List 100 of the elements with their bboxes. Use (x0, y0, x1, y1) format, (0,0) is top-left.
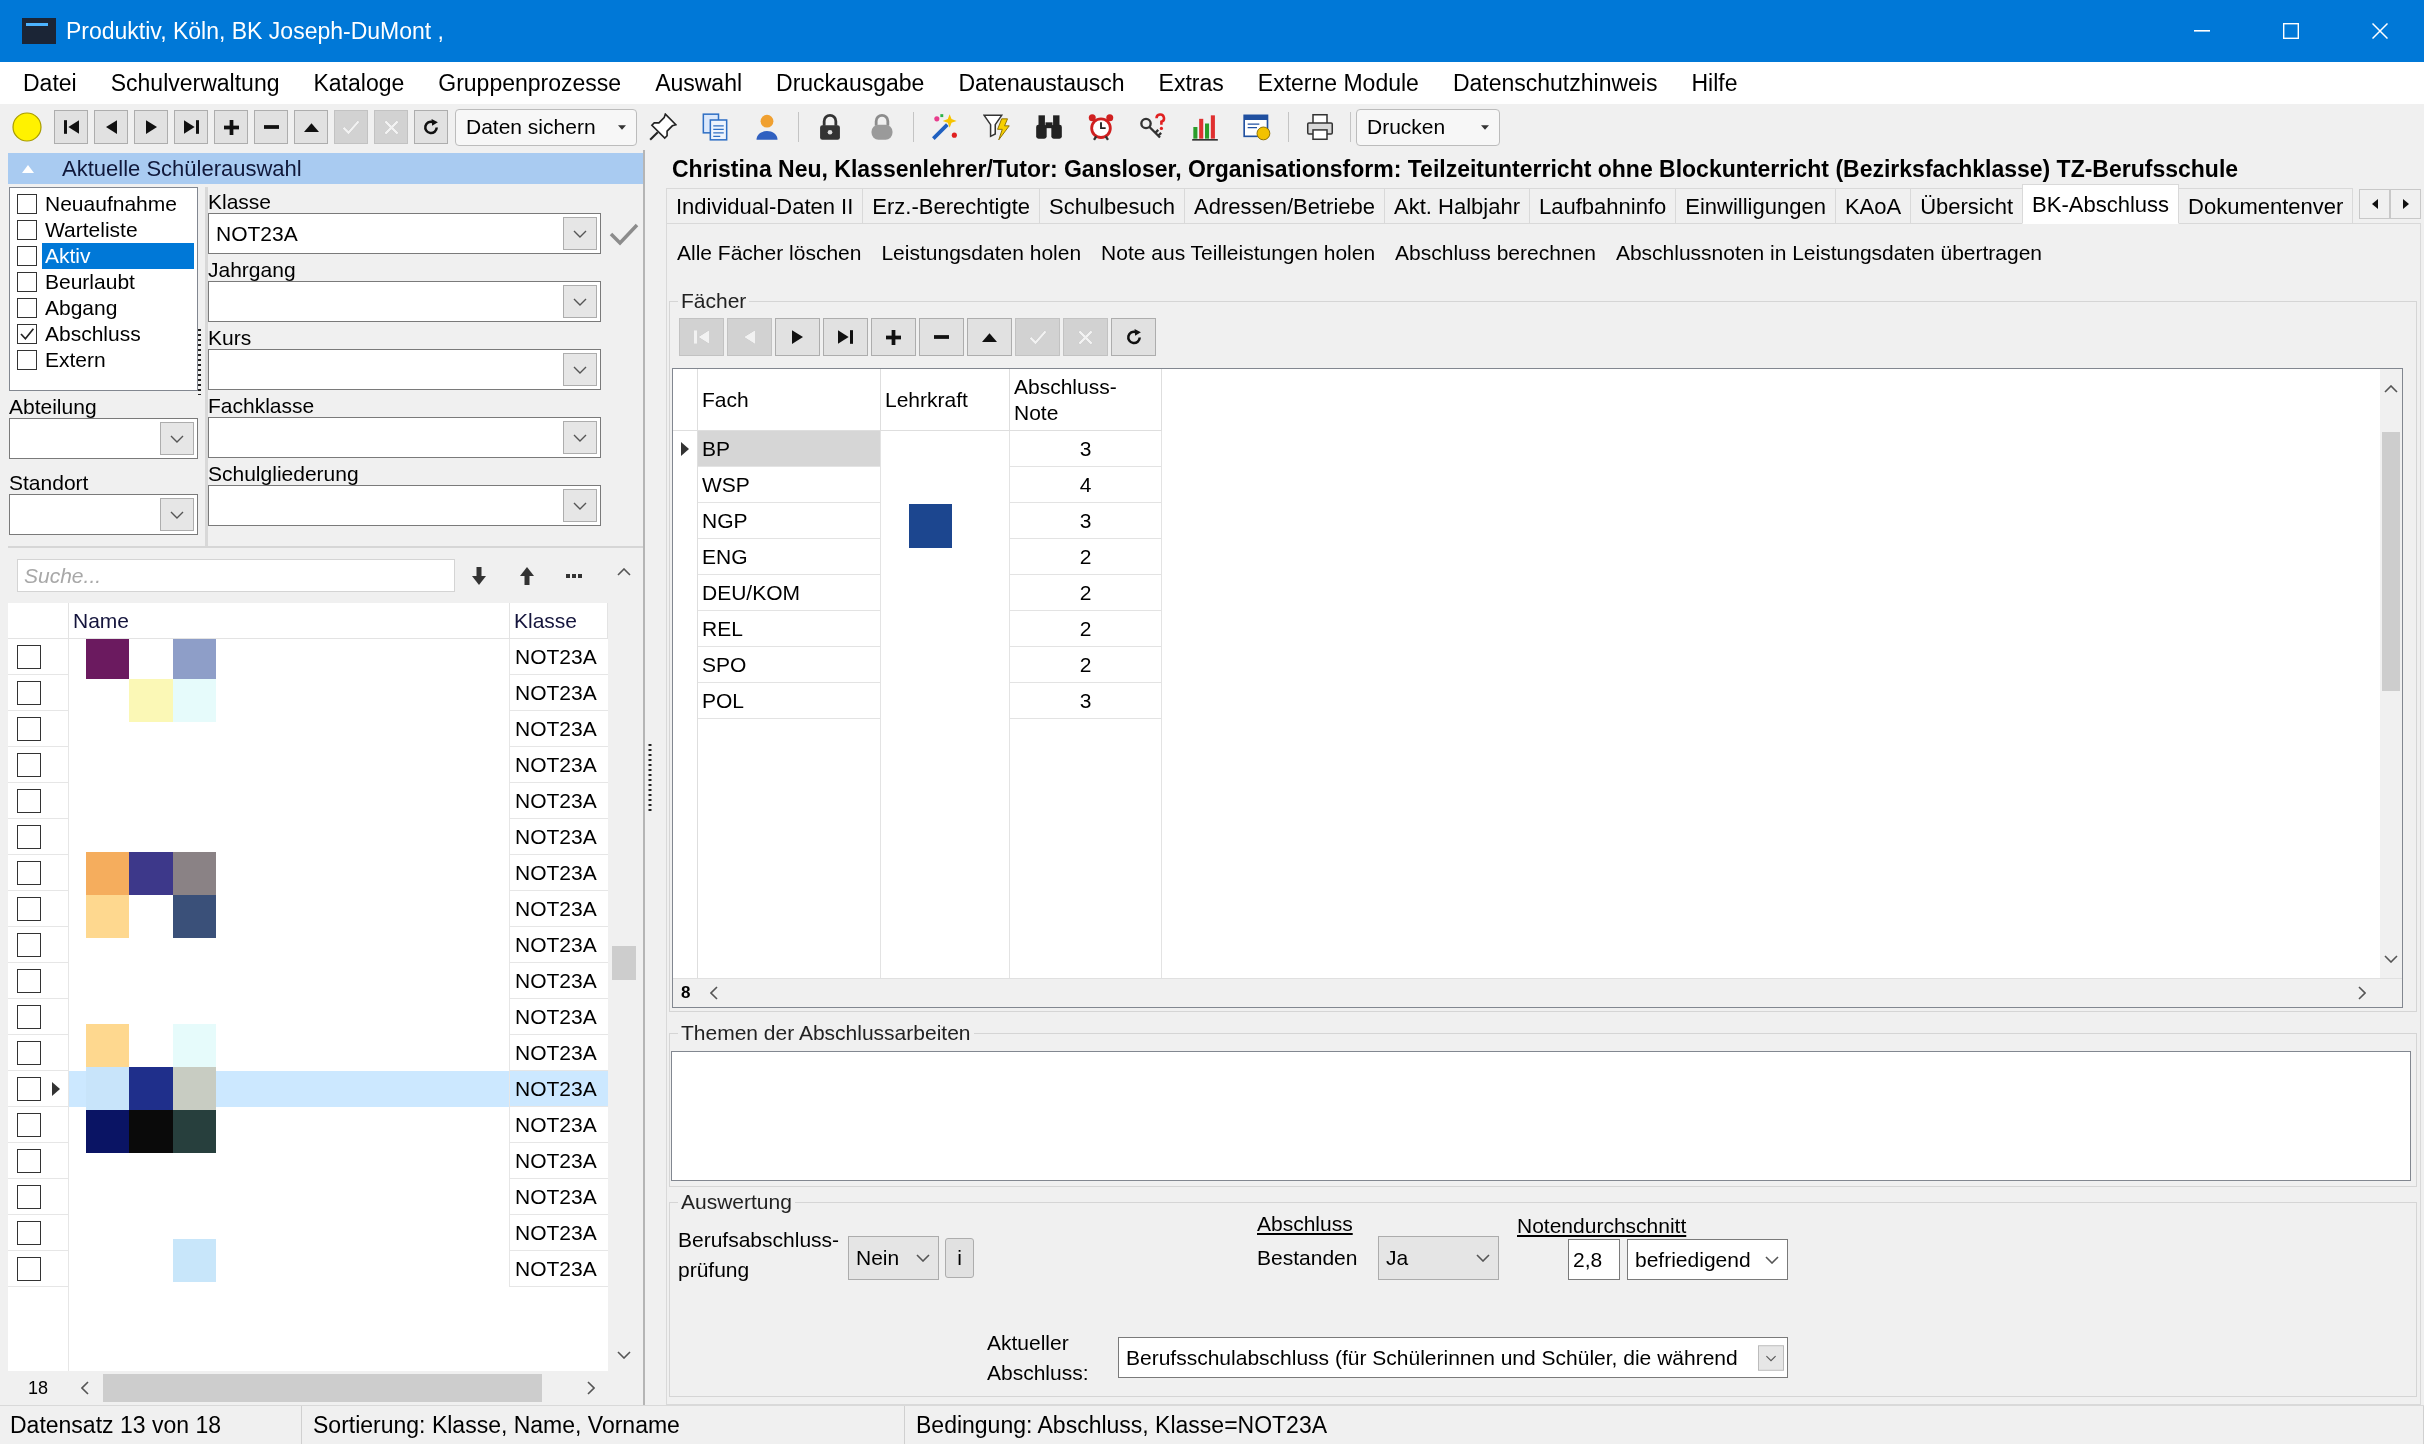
checkbox[interactable] (17, 860, 41, 885)
filter-option[interactable]: Abschluss (42, 321, 144, 347)
menu-item[interactable]: Externe Module (1240, 65, 1436, 101)
action-button[interactable]: Abschlussnoten in Leistungsdaten übertragen (1605, 231, 2053, 275)
info-button[interactable]: i (945, 1238, 974, 1278)
checkmark-icon[interactable] (609, 221, 639, 246)
filter-option[interactable]: Extern (42, 347, 109, 373)
documents-icon[interactable] (701, 113, 729, 141)
dropdown[interactable] (208, 417, 601, 458)
refresh-button[interactable] (414, 110, 448, 144)
delete-record-button[interactable] (919, 318, 964, 356)
first-record-button[interactable] (54, 110, 88, 144)
checkbox[interactable] (17, 1112, 41, 1137)
next-record-button[interactable] (134, 110, 168, 144)
column-header[interactable]: Name (69, 603, 510, 638)
checkbox[interactable] (17, 1256, 41, 1281)
key-question-icon[interactable] (1139, 113, 1167, 141)
delete-record-button[interactable] (254, 110, 288, 144)
bar-chart-icon[interactable] (1191, 113, 1219, 141)
ellipsis-icon[interactable] (566, 573, 582, 578)
checkbox[interactable] (17, 1184, 41, 1209)
prior-record-button[interactable] (94, 110, 128, 144)
chevron-up-icon[interactable] (2384, 385, 2398, 393)
column-header[interactable]: Fach (702, 386, 749, 413)
dropdown[interactable] (9, 418, 198, 459)
chevron-down-icon[interactable] (617, 1351, 631, 1359)
checkbox[interactable] (17, 788, 41, 813)
tab[interactable]: Dokumentenver (2178, 188, 2354, 223)
dropdown[interactable] (208, 281, 601, 322)
column-header[interactable]: Lehrkraft (885, 386, 968, 413)
checkbox[interactable] (17, 324, 37, 344)
filter-option[interactable]: Neuaufnahme (42, 191, 180, 217)
checkbox[interactable] (17, 1004, 41, 1029)
action-button[interactable]: Leistungsdaten holen (871, 231, 1092, 275)
checkbox[interactable] (17, 1040, 41, 1065)
next-record-button[interactable] (775, 318, 820, 356)
refresh-button[interactable] (1111, 318, 1156, 356)
dropdown[interactable]: Ja (1378, 1236, 1499, 1280)
checkbox[interactable] (17, 752, 41, 777)
checkbox[interactable] (17, 246, 37, 266)
checkbox[interactable] (17, 1220, 41, 1245)
dropdown[interactable]: befriedigend (1627, 1239, 1788, 1280)
filter-option[interactable]: Abgang (42, 295, 121, 321)
checkbox[interactable] (17, 1076, 41, 1101)
heading-link[interactable]: Notendurchschnitt (1517, 1215, 1687, 1237)
menu-item[interactable]: Extras (1141, 65, 1241, 101)
checkbox[interactable] (17, 968, 41, 993)
insert-record-button[interactable] (214, 110, 248, 144)
checkbox[interactable] (17, 298, 37, 318)
dropdown[interactable]: NOT23A (208, 213, 601, 254)
save-dropdown[interactable]: Daten sichern (455, 108, 637, 146)
grip-icon[interactable] (648, 744, 652, 812)
column-header[interactable]: Abschluss-Note (1014, 373, 1129, 426)
action-button[interactable]: Note aus Teilleistungen holen (1091, 231, 1386, 275)
edit-record-button[interactable] (967, 318, 1012, 356)
sparkle-wand-icon[interactable] (931, 113, 959, 141)
insert-record-button[interactable] (871, 318, 916, 356)
menu-item[interactable]: Auswahl (638, 65, 760, 101)
tab-scroll-button[interactable] (2359, 189, 2390, 219)
alarm-clock-icon[interactable] (1087, 113, 1115, 141)
chevron-right-icon[interactable] (2358, 986, 2366, 1000)
grip-icon[interactable] (198, 329, 201, 395)
tab[interactable]: Individual-Daten II (666, 188, 864, 223)
filter-option[interactable]: Beurlaubt (42, 269, 138, 295)
scrollbar-thumb[interactable] (2382, 432, 2400, 691)
menu-item[interactable]: Hilfe (1674, 65, 1755, 101)
checkbox[interactable] (17, 350, 37, 370)
scrollbar-thumb[interactable] (103, 1374, 543, 1402)
dropdown[interactable]: Nein (848, 1236, 939, 1280)
filter-lightning-icon[interactable] (983, 113, 1011, 141)
checkbox[interactable] (17, 272, 37, 292)
checkbox[interactable] (17, 1148, 41, 1173)
dropdown[interactable]: Berufsschulabschluss (für Schülerinnen und Schüler, die während (1118, 1337, 1788, 1378)
chevron-left-icon[interactable] (81, 1381, 90, 1395)
average-field[interactable]: 2,8 (1568, 1239, 1620, 1280)
checkbox[interactable] (17, 220, 37, 240)
dropdown[interactable] (9, 494, 198, 535)
filter-option[interactable]: Aktiv (42, 243, 194, 269)
menu-item[interactable]: Kataloge (296, 65, 422, 101)
menu-item[interactable]: Gruppenprozesse (421, 65, 639, 101)
scrollbar-thumb[interactable] (612, 946, 636, 980)
last-record-button[interactable] (823, 318, 868, 356)
search-field[interactable]: Suche... (17, 559, 455, 592)
tab[interactable]: BK-Abschluss (2022, 184, 2180, 224)
menu-item[interactable]: Datei (6, 65, 94, 101)
edit-record-button[interactable] (294, 110, 328, 144)
chevron-up-icon[interactable] (617, 568, 631, 576)
checkbox[interactable] (17, 824, 41, 849)
last-record-button[interactable] (174, 110, 208, 144)
checkbox[interactable] (17, 644, 41, 669)
checkbox[interactable] (17, 932, 41, 957)
window-badge-icon[interactable] (1243, 113, 1271, 141)
binoculars-icon[interactable] (1035, 113, 1063, 141)
action-button[interactable]: Abschluss berechnen (1385, 231, 1606, 275)
chevron-left-icon[interactable] (710, 986, 719, 1000)
menu-item[interactable]: Datenschutzhinweis (1435, 65, 1675, 101)
chevron-down-icon[interactable] (2384, 955, 2398, 963)
menu-item[interactable]: Datenaustausch (941, 65, 1142, 101)
tab-scroll-button[interactable] (2390, 189, 2421, 219)
checkbox[interactable] (17, 680, 41, 705)
